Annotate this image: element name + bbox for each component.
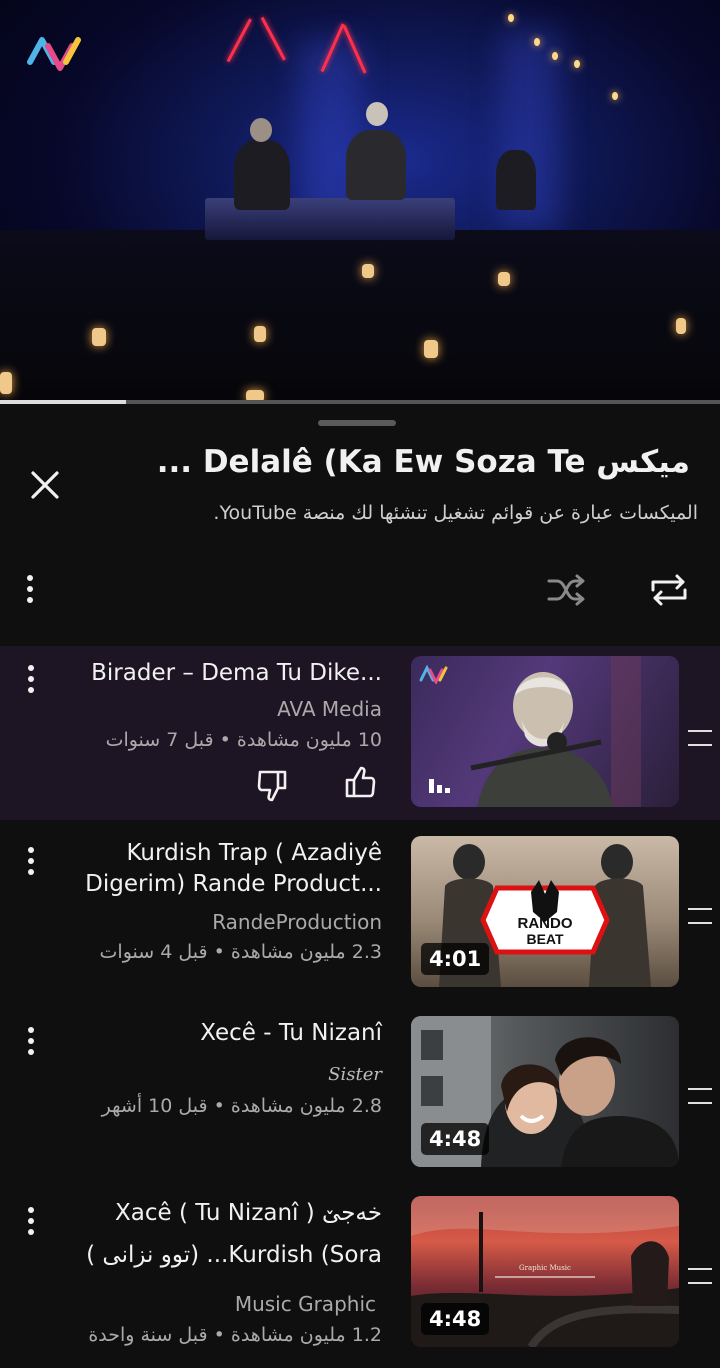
more-vert-icon[interactable]: [21, 844, 41, 878]
reorder-handle-icon[interactable]: [688, 908, 712, 924]
bulb-light: [534, 38, 540, 46]
candle: [0, 372, 12, 394]
video-title-line2[interactable]: Kurdish (Sora... (توو نزانی ): [42, 1240, 382, 1271]
more-vert-icon[interactable]: [21, 1204, 41, 1238]
thumbnail-text: RANDO: [518, 915, 573, 932]
video-title[interactable]: خەجێ ( Xacê ( Tu Nizanî: [42, 1198, 382, 1229]
musician-head: [250, 118, 272, 142]
ava-logo-icon: [419, 664, 448, 684]
musician: [346, 130, 406, 200]
playlist-title: ميكس Delalê (Ka Ew Soza Te ...: [156, 444, 690, 480]
thumbnail-text: Graphic Music: [519, 1264, 571, 1272]
video-meta: 2.3 مليون مشاهدة • قبل 4 سنوات: [99, 941, 382, 963]
video-title[interactable]: Birader – Dema Tu Dike...: [42, 658, 382, 689]
repeat-icon[interactable]: [648, 570, 690, 610]
video-thumbnail[interactable]: RANDO BEAT 4:01: [411, 836, 679, 987]
playlist-subtitle: الميكسات عبارة عن قوائم تشغيل تنشئها لك …: [213, 502, 698, 524]
candle: [424, 340, 438, 358]
video-thumbnail[interactable]: Graphic Music 4:48: [411, 1196, 679, 1347]
thumbnail-text: BEAT: [526, 931, 564, 947]
reorder-handle-icon[interactable]: [688, 730, 712, 746]
video-meta: 2.8 مليون مشاهدة • قبل 10 أشهر: [101, 1095, 382, 1117]
drag-handle[interactable]: [318, 420, 396, 426]
video-meta: 10 مليون مشاهدة • قبل 7 سنوات: [105, 729, 382, 751]
candle: [254, 326, 266, 342]
candle: [676, 318, 686, 334]
close-icon[interactable]: [26, 466, 64, 504]
ava-logo-icon: [27, 37, 81, 71]
candle: [92, 328, 106, 346]
musician: [496, 150, 536, 210]
video-duration: 4:48: [421, 1303, 490, 1335]
neon-light: [260, 16, 286, 61]
channel-name: RandeProduction: [212, 910, 382, 934]
channel-name: AVA Media: [277, 697, 382, 721]
neon-light: [226, 18, 252, 63]
video-title[interactable]: Xecê - Tu Nizanî: [42, 1018, 382, 1049]
video-duration: 4:48: [421, 1123, 490, 1155]
stage-floor: [0, 230, 720, 404]
reorder-handle-icon[interactable]: [688, 1268, 712, 1284]
more-vert-icon[interactable]: [20, 572, 40, 606]
bulb-light: [612, 92, 618, 100]
candle: [498, 272, 510, 286]
more-vert-icon[interactable]: [21, 1024, 41, 1058]
more-vert-icon[interactable]: [21, 662, 41, 696]
bulb-light: [552, 52, 558, 60]
reorder-handle-icon[interactable]: [688, 1088, 712, 1104]
video-meta: 1.2 مليون مشاهدة • قبل سنة واحدة: [88, 1324, 382, 1346]
musician-head: [366, 102, 388, 126]
playlist-item[interactable]: Birader – Dema Tu Dike... AVA Media 10 م…: [0, 646, 720, 820]
video-thumbnail[interactable]: 4:48: [411, 1016, 679, 1167]
video-duration: 4:01: [421, 943, 490, 975]
candle: [362, 264, 374, 278]
video-player[interactable]: [0, 0, 720, 404]
mix-playlist-panel: ميكس Delalê (Ka Ew Soza Te ... الميكسات …: [0, 404, 720, 1368]
channel-name: Sister: [328, 1064, 382, 1085]
video-thumbnail[interactable]: [411, 656, 679, 807]
bulb-light: [508, 14, 514, 22]
playlist-item[interactable]: Xecê - Tu Nizanî Sister 2.8 مليون مشاهدة…: [0, 1008, 720, 1182]
playlist-item[interactable]: خەجێ ( Xacê ( Tu Nizanî Kurdish (Sora...…: [0, 1188, 720, 1362]
musician: [234, 140, 290, 210]
dislike-icon[interactable]: [254, 766, 292, 804]
shuffle-icon[interactable]: [546, 572, 586, 608]
playlist-item[interactable]: Kurdish Trap ( Azadiyê Digerim) Rande Pr…: [0, 828, 720, 1002]
like-icon[interactable]: [340, 764, 378, 802]
now-playing-icon: [429, 779, 450, 793]
channel-name: Music Graphic: [234, 1292, 376, 1316]
bulb-light: [574, 60, 580, 68]
video-title[interactable]: Kurdish Trap ( Azadiyê Digerim) Rande Pr…: [42, 838, 382, 900]
